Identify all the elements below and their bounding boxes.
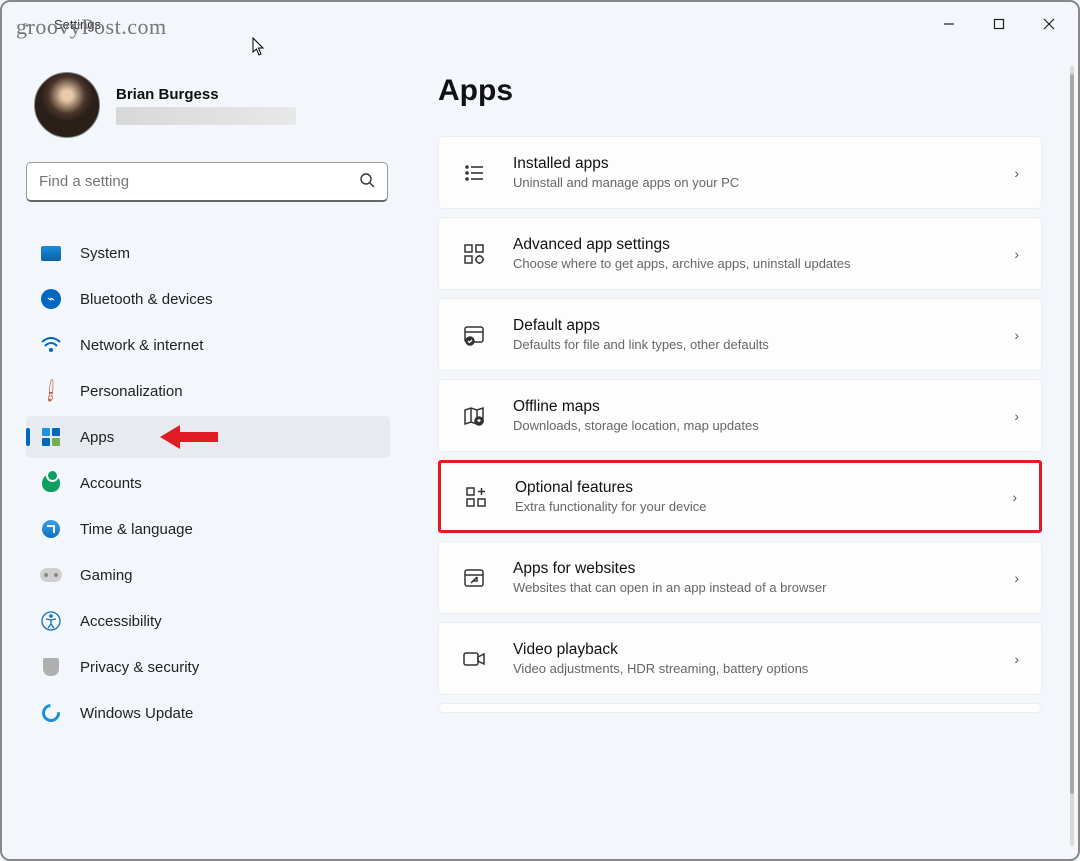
sidebar-item-label: Windows Update (80, 705, 193, 722)
card-title: Offline maps (513, 398, 988, 416)
card-subtitle: Websites that can open in an app instead… (513, 580, 988, 595)
chevron-right-icon: › (1012, 489, 1017, 505)
sidebar-item-update[interactable]: Windows Update (26, 692, 390, 734)
card-title: Apps for websites (513, 560, 988, 578)
sidebar-item-label: Personalization (80, 383, 183, 400)
card-apps-for-websites[interactable]: Apps for websites Websites that can open… (438, 541, 1042, 614)
sidebar-item-system[interactable]: System (26, 232, 390, 274)
sidebar-item-privacy[interactable]: Privacy & security (26, 646, 390, 688)
clock-icon (40, 518, 62, 540)
card-title: Video playback (513, 641, 988, 659)
user-email-redacted (116, 107, 296, 125)
video-icon (461, 649, 487, 669)
card-installed-apps[interactable]: Installed apps Uninstall and manage apps… (438, 136, 1042, 209)
card-title: Installed apps (513, 155, 988, 173)
sidebar-item-gaming[interactable]: Gaming (26, 554, 390, 596)
annotation-arrow (160, 423, 220, 451)
card-default-apps[interactable]: Default apps Defaults for file and link … (438, 298, 1042, 371)
card-partial[interactable] (438, 703, 1042, 713)
card-subtitle: Choose where to get apps, archive apps, … (513, 256, 988, 271)
sidebar-item-personalization[interactable]: 🖌 Personalization (26, 370, 390, 412)
sidebar-item-bluetooth[interactable]: ⌁ Bluetooth & devices (26, 278, 390, 320)
sidebar-item-label: Accounts (80, 475, 142, 492)
search-icon[interactable] (359, 172, 375, 192)
sidebar-item-label: Time & language (80, 521, 193, 538)
card-title: Advanced app settings (513, 236, 988, 254)
sidebar-item-apps[interactable]: Apps (26, 416, 390, 458)
card-advanced-settings[interactable]: Advanced app settings Choose where to ge… (438, 217, 1042, 290)
card-optional-features[interactable]: Optional features Extra functionality fo… (438, 460, 1042, 533)
accounts-icon (40, 472, 62, 494)
scrollbar-thumb[interactable] (1070, 74, 1074, 794)
sidebar-item-label: Network & internet (80, 337, 203, 354)
apps-icon (40, 426, 62, 448)
chevron-right-icon: › (1014, 651, 1019, 667)
settings-window: groovyPost.com ← Settings Brian Burgess (0, 0, 1080, 861)
minimize-button[interactable] (924, 5, 974, 43)
chevron-right-icon: › (1014, 165, 1019, 181)
sidebar-item-label: Privacy & security (80, 659, 199, 676)
update-icon (40, 702, 62, 724)
sidebar-item-label: System (80, 245, 130, 262)
card-video-playback[interactable]: Video playback Video adjustments, HDR st… (438, 622, 1042, 695)
sidebar-item-network[interactable]: Network & internet (26, 324, 390, 366)
window-link-icon (461, 567, 487, 589)
sidebar: Brian Burgess System ⌁ Bluetooth & devic… (2, 46, 402, 859)
grid-gear-icon (461, 243, 487, 265)
watermark-text: groovyPost.com (16, 14, 167, 40)
chevron-right-icon: › (1014, 408, 1019, 424)
card-title: Default apps (513, 317, 988, 335)
sidebar-item-time[interactable]: Time & language (26, 508, 390, 550)
chevron-right-icon: › (1014, 246, 1019, 262)
sidebar-item-accessibility[interactable]: Accessibility (26, 600, 390, 642)
sidebar-item-label: Bluetooth & devices (80, 291, 213, 308)
wifi-icon (40, 334, 62, 356)
sidebar-item-label: Accessibility (80, 613, 162, 630)
sidebar-item-label: Apps (80, 429, 114, 446)
map-icon (461, 405, 487, 427)
list-icon (461, 162, 487, 184)
gamepad-icon (40, 564, 62, 586)
nav-list: System ⌁ Bluetooth & devices Network & i… (26, 232, 402, 734)
bluetooth-icon: ⌁ (40, 288, 62, 310)
search-box[interactable] (26, 162, 388, 202)
profile-block[interactable]: Brian Burgess (26, 56, 402, 162)
chevron-right-icon: › (1014, 327, 1019, 343)
sidebar-item-accounts[interactable]: Accounts (26, 462, 390, 504)
maximize-button[interactable] (974, 5, 1024, 43)
card-subtitle: Uninstall and manage apps on your PC (513, 175, 988, 190)
card-subtitle: Extra functionality for your device (515, 499, 986, 514)
search-input[interactable] (39, 173, 359, 190)
card-title: Optional features (515, 479, 986, 497)
avatar (34, 72, 100, 138)
card-subtitle: Defaults for file and link types, other … (513, 337, 988, 352)
grid-plus-icon (463, 486, 489, 508)
card-offline-maps[interactable]: Offline maps Downloads, storage location… (438, 379, 1042, 452)
user-name: Brian Burgess (116, 86, 296, 103)
scrollbar[interactable] (1070, 66, 1074, 846)
sidebar-item-label: Gaming (80, 567, 133, 584)
main-panel: Apps Installed apps Uninstall and manage… (402, 46, 1078, 859)
system-icon (40, 242, 62, 264)
window-check-icon (461, 324, 487, 346)
close-button[interactable] (1024, 5, 1074, 43)
card-subtitle: Video adjustments, HDR streaming, batter… (513, 661, 988, 676)
page-title: Apps (438, 74, 1050, 108)
chevron-right-icon: › (1014, 570, 1019, 586)
card-subtitle: Downloads, storage location, map updates (513, 418, 988, 433)
brush-icon: 🖌 (36, 376, 67, 407)
shield-icon (40, 656, 62, 678)
accessibility-icon (40, 610, 62, 632)
